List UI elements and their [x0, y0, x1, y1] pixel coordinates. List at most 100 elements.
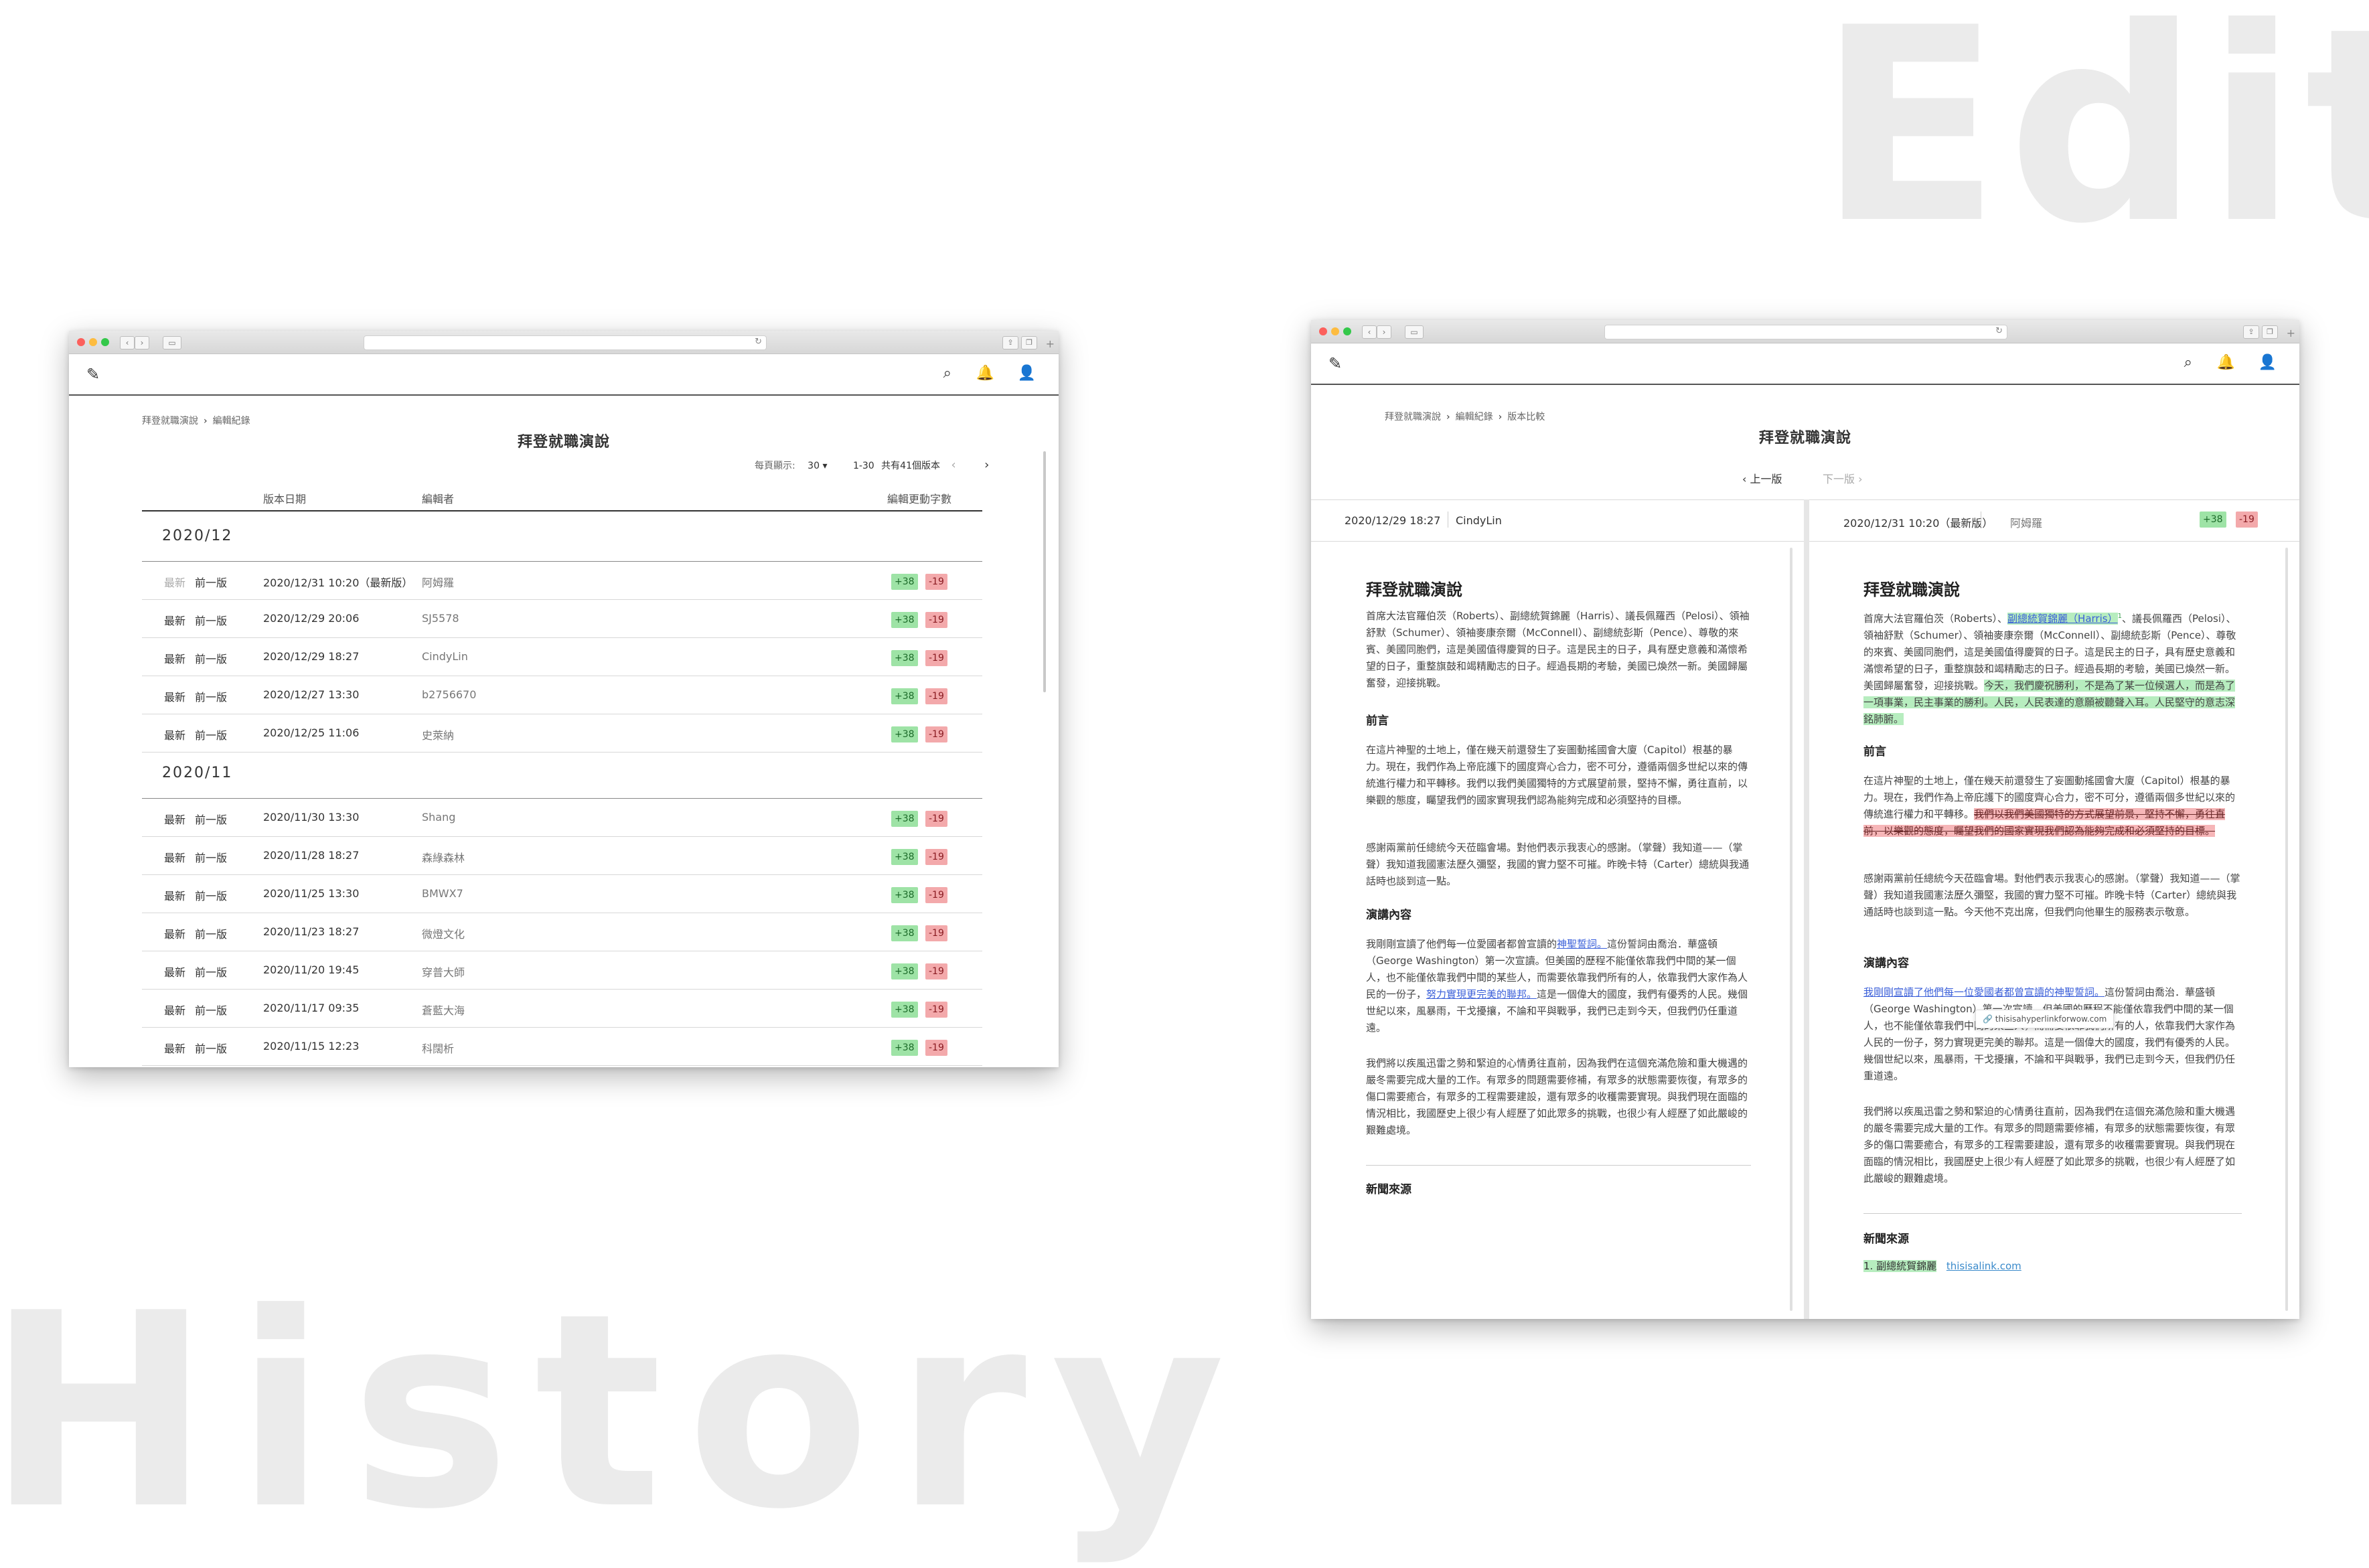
- latest-diff-link[interactable]: 最新: [164, 1002, 185, 1018]
- prev-diff-link[interactable]: 前一版: [195, 963, 227, 979]
- reload-icon[interactable]: ↻: [1995, 326, 2003, 336]
- close-window-button[interactable]: [1319, 327, 1327, 335]
- share-icon[interactable]: ⇪: [1002, 336, 1018, 349]
- breadcrumb-item-article[interactable]: 拜登就職演說: [142, 416, 198, 426]
- latest-diff-link[interactable]: 最新: [164, 650, 185, 666]
- link-tooltip[interactable]: 🔗 thisisahyperlinkforwow.com: [1975, 1010, 2115, 1028]
- heading-speech: 演講內容: [1366, 909, 1411, 922]
- column-header-date: 版本日期: [263, 493, 307, 505]
- table-row: 最新 前一版 2020/12/29 18:27 CindyLin +38 -19: [142, 638, 982, 676]
- preface-paragraph-1: 在這片神聖的土地上，僅在幾天前還發生了妄圖動搖國會大廈（Capitol）根基的暴…: [1863, 775, 2236, 837]
- minimize-window-button[interactable]: [1331, 327, 1339, 335]
- prev-diff-link[interactable]: 前一版: [195, 1002, 227, 1018]
- reload-icon[interactable]: ↻: [755, 337, 762, 347]
- pane-splitter[interactable]: [1804, 499, 1809, 1319]
- new-tab-icon[interactable]: +: [1046, 337, 1055, 350]
- address-bar[interactable]: ↻: [1604, 325, 2007, 339]
- prev-diff-link[interactable]: 前一版: [195, 688, 227, 704]
- per-page-label: 每頁顯示:: [755, 461, 795, 471]
- prev-diff-link[interactable]: 前一版: [195, 849, 227, 865]
- search-icon[interactable]: ⌕: [2184, 354, 2192, 371]
- prev-diff-link[interactable]: 前一版: [195, 650, 227, 666]
- latest-diff-link[interactable]: 最新: [164, 925, 185, 941]
- sidebar-toggle-icon[interactable]: ▭: [163, 336, 181, 349]
- address-bar[interactable]: ↻: [364, 335, 767, 350]
- version-editor: 蒼藍大海: [422, 1004, 465, 1017]
- removed-count-badge: -19: [925, 650, 947, 666]
- left-version-editor: CindyLin: [1456, 514, 1502, 527]
- back-icon[interactable]: ‹: [120, 336, 135, 349]
- prev-diff-link[interactable]: 前一版: [195, 612, 227, 628]
- per-page-select[interactable]: 30 ▾: [808, 461, 827, 471]
- latest-diff-link[interactable]: 最新: [164, 887, 185, 903]
- removed-count-badge: -19: [925, 925, 947, 941]
- added-count-badge: +38: [891, 963, 918, 979]
- version-date: 2020/11/25 13:30: [263, 887, 360, 900]
- version-date: 2020/11/30 13:30: [263, 811, 360, 824]
- latest-diff-link[interactable]: 最新: [164, 574, 185, 590]
- bell-icon[interactable]: 🔔: [976, 365, 994, 382]
- user-icon[interactable]: 👤: [2259, 354, 2277, 371]
- speech-paragraph-1: 我剛剛宣讀了他們每一位愛國者都曾宣讀的神聖誓詞。這份誓詞由喬治．華盛頓（Geor…: [1863, 986, 2236, 1082]
- prev-page-icon[interactable]: ‹: [951, 458, 956, 472]
- maximize-window-button[interactable]: [101, 338, 109, 346]
- added-count-badge: +38: [891, 1040, 918, 1056]
- back-icon[interactable]: ‹: [1362, 325, 1377, 339]
- sidebar-toggle-icon[interactable]: ▭: [1405, 325, 1424, 339]
- prev-diff-link[interactable]: 前一版: [195, 811, 227, 827]
- latest-diff-link[interactable]: 最新: [164, 612, 185, 628]
- added-count-badge: +38: [891, 726, 918, 742]
- version-date: 2020/11/17 09:35: [263, 1002, 360, 1014]
- prev-diff-link[interactable]: 前一版: [195, 574, 227, 590]
- edit-note-icon[interactable]: ✎: [1328, 354, 1342, 373]
- forward-icon[interactable]: ›: [1377, 325, 1391, 339]
- prev-diff-link[interactable]: 前一版: [195, 1040, 227, 1056]
- new-tab-icon[interactable]: +: [2287, 327, 2295, 339]
- breadcrumb-item-article[interactable]: 拜登就職演說: [1385, 412, 1441, 422]
- prev-diff-link[interactable]: 前一版: [195, 887, 227, 903]
- source-link[interactable]: thisisalink.com: [1946, 1260, 2021, 1272]
- scrollbar[interactable]: [1043, 451, 1046, 692]
- maximize-window-button[interactable]: [1343, 327, 1351, 335]
- removed-count-badge: -19: [925, 811, 947, 827]
- version-date: 2020/12/31 10:20（最新版）: [263, 576, 413, 589]
- app-bar: ✎ ⌕ 🔔 👤: [1311, 343, 2299, 385]
- month-heading: 2020/12: [162, 528, 233, 544]
- column-header-editor: 編輯者: [422, 493, 455, 505]
- prev-diff-link[interactable]: 前一版: [195, 726, 227, 742]
- latest-diff-link[interactable]: 最新: [164, 1040, 185, 1056]
- right-pane-scrollbar[interactable]: [2285, 548, 2288, 1311]
- browser-chrome: ‹ › ▭ ↻ ⇪ ❐ +: [1311, 320, 2299, 343]
- union-link[interactable]: 努力實現更完美的聯邦。: [1426, 988, 1537, 1000]
- edit-note-icon[interactable]: ✎: [86, 365, 100, 384]
- left-version-date: 2020/12/29 18:27: [1345, 514, 1441, 527]
- forward-icon[interactable]: ›: [135, 336, 149, 349]
- latest-diff-link[interactable]: 最新: [164, 726, 185, 742]
- search-icon[interactable]: ⌕: [943, 365, 951, 382]
- breadcrumb-item-history[interactable]: 編輯紀錄: [1456, 412, 1493, 422]
- next-page-icon[interactable]: ›: [984, 458, 989, 472]
- tabs-icon[interactable]: ❐: [1021, 336, 1037, 349]
- tabs-icon[interactable]: ❐: [2262, 325, 2278, 339]
- heading-speech: 演講內容: [1863, 957, 1909, 970]
- user-icon[interactable]: 👤: [1018, 365, 1036, 382]
- prev-version-button[interactable]: ‹ 上一版: [1742, 470, 1782, 486]
- left-pane-scrollbar[interactable]: [1790, 548, 1792, 1311]
- version-count: 共有41個版本: [881, 461, 940, 471]
- next-version-button[interactable]: 下一版 ›: [1823, 470, 1863, 486]
- chevron-down-icon: ▾: [822, 461, 828, 471]
- harris-link[interactable]: 副總統賀錦麗（Harris）: [2007, 613, 2118, 625]
- share-icon[interactable]: ⇪: [2243, 325, 2259, 339]
- oath-link[interactable]: 神聖誓詞。: [1557, 938, 1607, 950]
- prev-diff-link[interactable]: 前一版: [195, 925, 227, 941]
- minimize-window-button[interactable]: [89, 338, 97, 346]
- source-label: 1. 副總統賀錦麗: [1863, 1260, 1937, 1272]
- latest-diff-link[interactable]: 最新: [164, 688, 185, 704]
- close-window-button[interactable]: [77, 338, 85, 346]
- latest-diff-link[interactable]: 最新: [164, 963, 185, 979]
- bell-icon[interactable]: 🔔: [2217, 354, 2235, 371]
- oath-link[interactable]: 我剛剛宣讀了他們每一位愛國者都曾宣讀的神聖誓詞。: [1863, 986, 2105, 998]
- version-editor: Shang: [422, 811, 456, 824]
- latest-diff-link[interactable]: 最新: [164, 849, 185, 865]
- latest-diff-link[interactable]: 最新: [164, 811, 185, 827]
